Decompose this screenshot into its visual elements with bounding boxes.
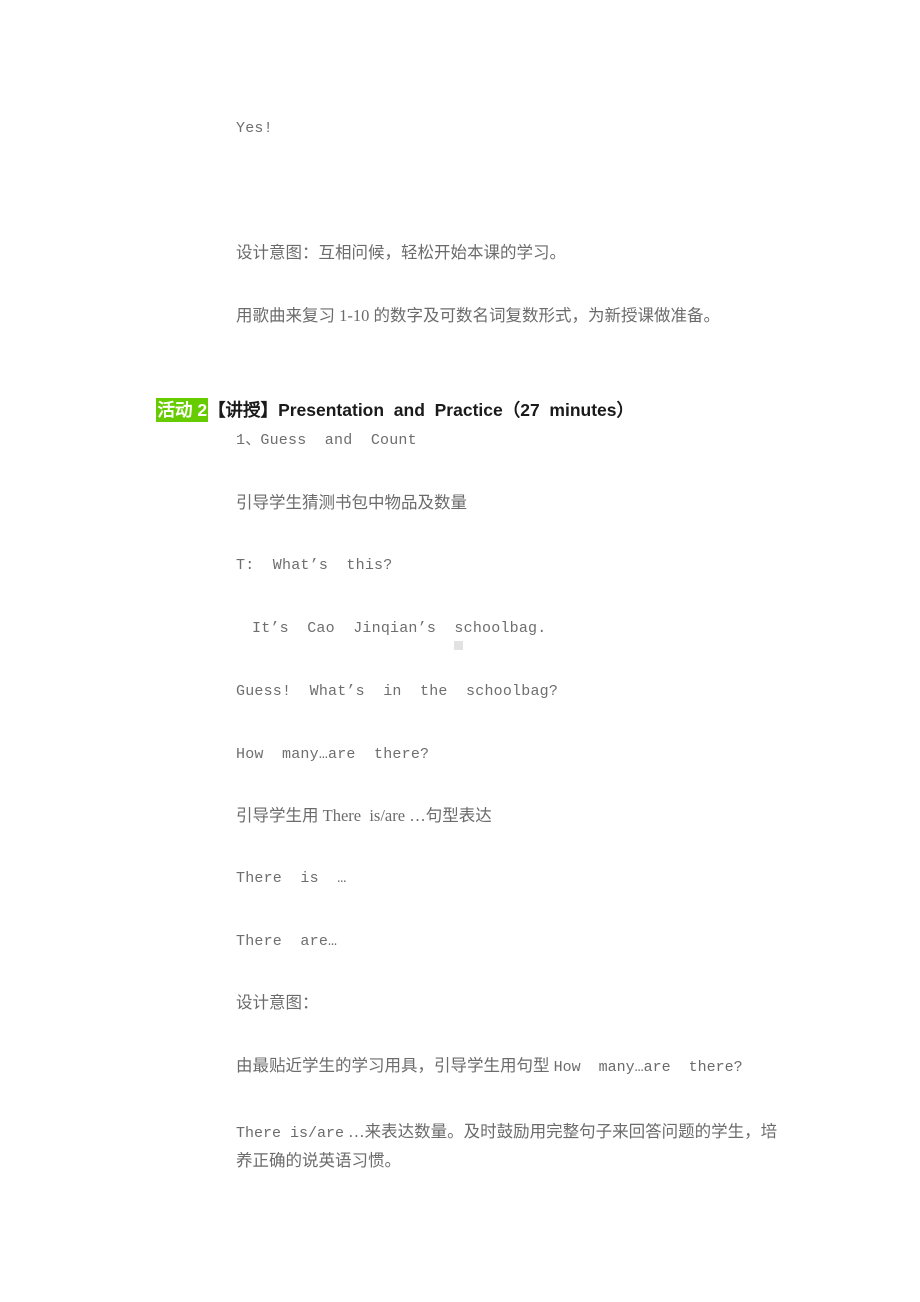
activity-badge: 活动 2 — [156, 398, 209, 422]
activity-duration: （27 minutes） — [502, 400, 635, 420]
line-design-intent-2: 设计意图： — [236, 993, 319, 1012]
closest-tools-latin: How many…are there? — [553, 1059, 743, 1076]
pattern-prefix: 引导学生用 — [236, 806, 323, 825]
line-closest-tools-pattern: 由最贴近学生的学习用具，引导学生用句型 How many…are there? — [236, 1055, 743, 1079]
line-there-are: There are… — [236, 933, 338, 950]
pattern-suffix: …句型表达 — [405, 806, 492, 825]
pattern-latin: There is/are — [322, 806, 406, 825]
line-its-cao-schoolbag: It’s Cao Jinqian’s schoolbag. — [252, 620, 547, 637]
line-song-review: 用歌曲来复习 1-10 的数字及可数名词复数形式，为新授课做准备。 — [236, 306, 720, 325]
anchor-placeholder-square — [454, 641, 463, 650]
line-guess-and-count: 1、Guess and Count — [236, 432, 417, 449]
line-there-is: There is … — [236, 870, 347, 887]
line-how-many-are-there: How many…are there? — [236, 746, 430, 763]
line-guide-there-is-are-pattern: 引导学生用 There is/are …句型表达 — [236, 805, 492, 827]
activity-title: Presentation and Practice — [278, 400, 503, 420]
line-teacher-whats-this: T: What’s this? — [236, 557, 393, 574]
paragraph-there-is-are-quantity: There is/are …来表达数量。及时鼓励用完整句子来回答问题的学生，培养… — [236, 1118, 788, 1174]
line-guide-students-guess: 引导学生猜测书包中物品及数量 — [236, 493, 467, 512]
line-yes: Yes! — [236, 120, 273, 137]
document-page: Yes! 设计意图：互相问候，轻松开始本课的学习。 用歌曲来复习 1-10 的数… — [0, 0, 920, 1302]
closest-tools-prefix: 由最贴近学生的学习用具，引导学生用句型 — [236, 1056, 554, 1075]
line-design-intent-greeting: 设计意图：互相问候，轻松开始本课的学习。 — [236, 243, 566, 262]
line-guess-whats-in-schoolbag: Guess! What’s in the schoolbag? — [236, 683, 559, 700]
final-para-latin: There is/are — [236, 1125, 345, 1142]
activity-bracket-label: 【讲授】 — [208, 400, 279, 420]
